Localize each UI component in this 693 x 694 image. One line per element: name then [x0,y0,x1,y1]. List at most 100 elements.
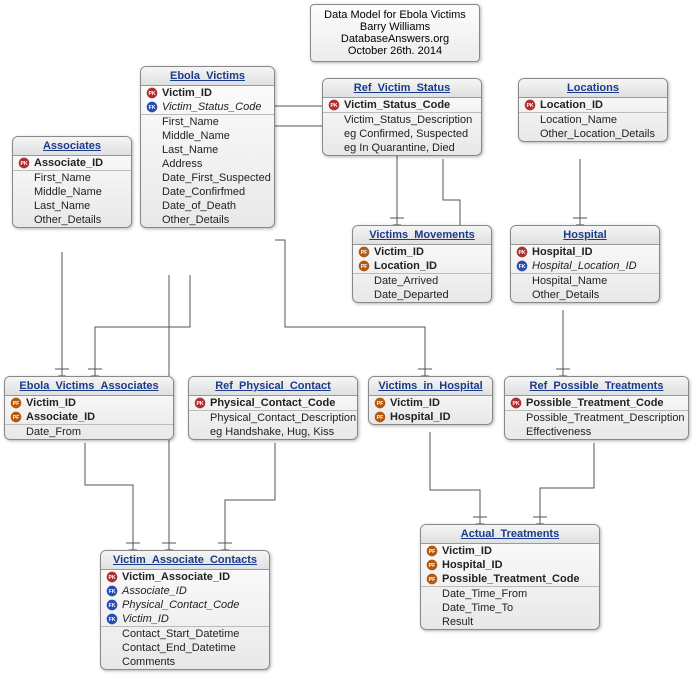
entity-victims-movements[interactable]: Victims_MovementsPFVictim_IDPFLocation_I… [352,225,492,303]
entity-ebola-victims-associates[interactable]: Ebola_Victims_AssociatesPFVictim_IDPFAss… [4,376,174,440]
attribute-name: Contact_End_Datetime [122,642,236,654]
entity-victim-associate-contacts[interactable]: Victim_Associate_ContactsPKVictim_Associ… [100,550,270,670]
attribute-name: Victim_ID [442,545,492,557]
info-line: Data Model for Ebola Victims [319,9,471,21]
entity-attribute: Physical_Contact_Description [189,410,357,425]
diagram-info-box: Data Model for Ebola Victims Barry Willi… [310,4,480,62]
attribute-name: Victim_Associate_ID [122,571,230,583]
entity-attribute: PK Hospital_ID [511,245,659,259]
entity-attribute: Comments [101,655,269,669]
entity-attribute: First_Name [13,170,131,185]
attribute-name: Victim_ID [390,397,440,409]
svg-text:FK: FK [519,264,526,270]
entity-attribute: FKAssociate_ID [101,584,269,598]
entity-attribute: Contact_Start_Datetime [101,626,269,641]
entity-attribute: PKVictim_ID [141,86,274,100]
attribute-name: Comments [122,656,175,668]
entity-attribute: FKHospital_Location_ID [511,259,659,273]
svg-text:PK: PK [526,103,533,109]
entity-attribute: Date_From [5,424,173,439]
entity-attribute: Other_Details [13,213,131,227]
entity-attribute: PF Hospital_ID [421,558,599,572]
attribute-name: Date_Departed [374,289,449,301]
pf-key-icon: PF [425,573,439,585]
attribute-name: Date_Confirfmed [162,186,245,198]
entity-ebola-victims[interactable]: Ebola_VictimsPKVictim_IDFKVictim_Status_… [140,66,275,228]
svg-text:FK: FK [109,603,116,609]
fk-key-icon: FK [515,260,529,272]
svg-text:PF: PF [429,563,436,569]
fk-key-icon: FK [105,613,119,625]
svg-text:FK: FK [149,105,156,111]
entity-attribute: Other_Location_Details [519,127,667,141]
pk-key-icon: PK [145,87,159,99]
pf-key-icon: PF [357,246,371,258]
entity-attribute: PK Physical_Contact_Code [189,396,357,410]
entity-attribute: PF Victim_ID [369,396,492,410]
svg-text:PF: PF [13,401,20,407]
entity-attribute: Effectiveness [505,425,688,439]
attribute-name: Middle_Name [162,130,230,142]
attribute-name: Date_From [26,426,81,438]
svg-text:PK: PK [512,401,519,407]
svg-text:PK: PK [148,91,155,97]
attribute-name: Other_Details [34,214,101,226]
fk-key-icon: FK [145,101,159,113]
attribute-name: Hospital_ID [532,246,593,258]
entity-ref-possible-treatments[interactable]: Ref_Possible_TreatmentsPKPossible_Treatm… [504,376,689,440]
entity-attribute: Date_Time_To [421,601,599,615]
entity-attribute: Date_Departed [353,288,491,302]
entity-actual-treatments[interactable]: Actual_TreatmentsPFVictim_IDPFHospital_I… [420,524,600,630]
svg-text:PF: PF [429,577,436,583]
attribute-name: Physical_Contact_Code [210,397,335,409]
entity-attribute: Middle_Name [13,185,131,199]
entity-attribute: First_Name [141,114,274,129]
attribute-name: Middle_Name [34,186,102,198]
entity-attribute: PF Hospital_ID [369,410,492,424]
entity-attribute: Date_Confirfmed [141,185,274,199]
entity-ref-victim-status[interactable]: Ref_Victim_StatusPKVictim_Status_CodeVic… [322,78,482,156]
attribute-name: Date_Arrived [374,275,438,287]
svg-text:PK: PK [196,401,203,407]
attribute-name: First_Name [162,116,219,128]
entity-attribute: PKVictim_Status_Code [323,98,481,112]
entity-associates[interactable]: AssociatesPKAssociate_IDFirst_NameMiddle… [12,136,132,228]
entity-hospital[interactable]: HospitalPKHospital_IDFKHospital_Location… [510,225,660,303]
entity-locations[interactable]: LocationsPKLocation_IDLocation_NameOther… [518,78,668,142]
svg-text:PF: PF [429,549,436,555]
attribute-name: Location_ID [374,260,437,272]
entity-attribute: Hospital_Name [511,273,659,288]
attribute-name: Other_Details [162,214,229,226]
info-line: DatabaseAnswers.org [319,33,471,45]
entity-attribute: PKPossible_Treatment_Code [505,396,688,410]
entity-ref-physical-contact[interactable]: Ref_Physical_Contact PK Physical_Contact_C… [188,376,358,440]
entity-title: Ebola_Victims_Associates [5,377,173,396]
pk-key-icon: PK [515,246,529,258]
entity-attribute: PFVictim_ID [5,396,173,410]
entity-attribute: FKVictim_Status_Code [141,100,274,114]
svg-text:PK: PK [518,250,525,256]
entity-attribute: Other_Details [141,213,274,227]
entity-title: Ref_Possible_Treatments [505,377,688,396]
entity-attribute: Result [421,615,599,629]
attribute-name: Victim_ID [122,613,169,625]
entity-victims-in-hospital[interactable]: Victims_in_HospitalPFVictim_IDPFHospital… [368,376,493,425]
svg-text:PF: PF [377,401,384,407]
svg-text:PF: PF [361,264,368,270]
entity-attribute: eg Confirmed, Suspected [323,127,481,141]
entity-attribute: PFVictim_ID [353,245,491,259]
entity-title: Ref_Physical_Contact [189,377,357,396]
entity-attribute: PKAssociate_ID [13,156,131,170]
fk-key-icon: FK [105,585,119,597]
entity-attribute: Location_Name [519,112,667,127]
attribute-name: Hospital_ID [390,411,451,423]
attribute-name: eg Handshake, Hug, Kiss [210,426,334,438]
entity-attribute: Other_Details [511,288,659,302]
svg-text:PF: PF [377,415,384,421]
pk-key-icon: PK [509,397,523,409]
attribute-name: Hospital_ID [442,559,503,571]
entity-title: Victim_Associate_Contacts [101,551,269,570]
svg-text:PK: PK [330,103,337,109]
entity-title: Victims_Movements [353,226,491,245]
svg-text:PF: PF [13,415,20,421]
